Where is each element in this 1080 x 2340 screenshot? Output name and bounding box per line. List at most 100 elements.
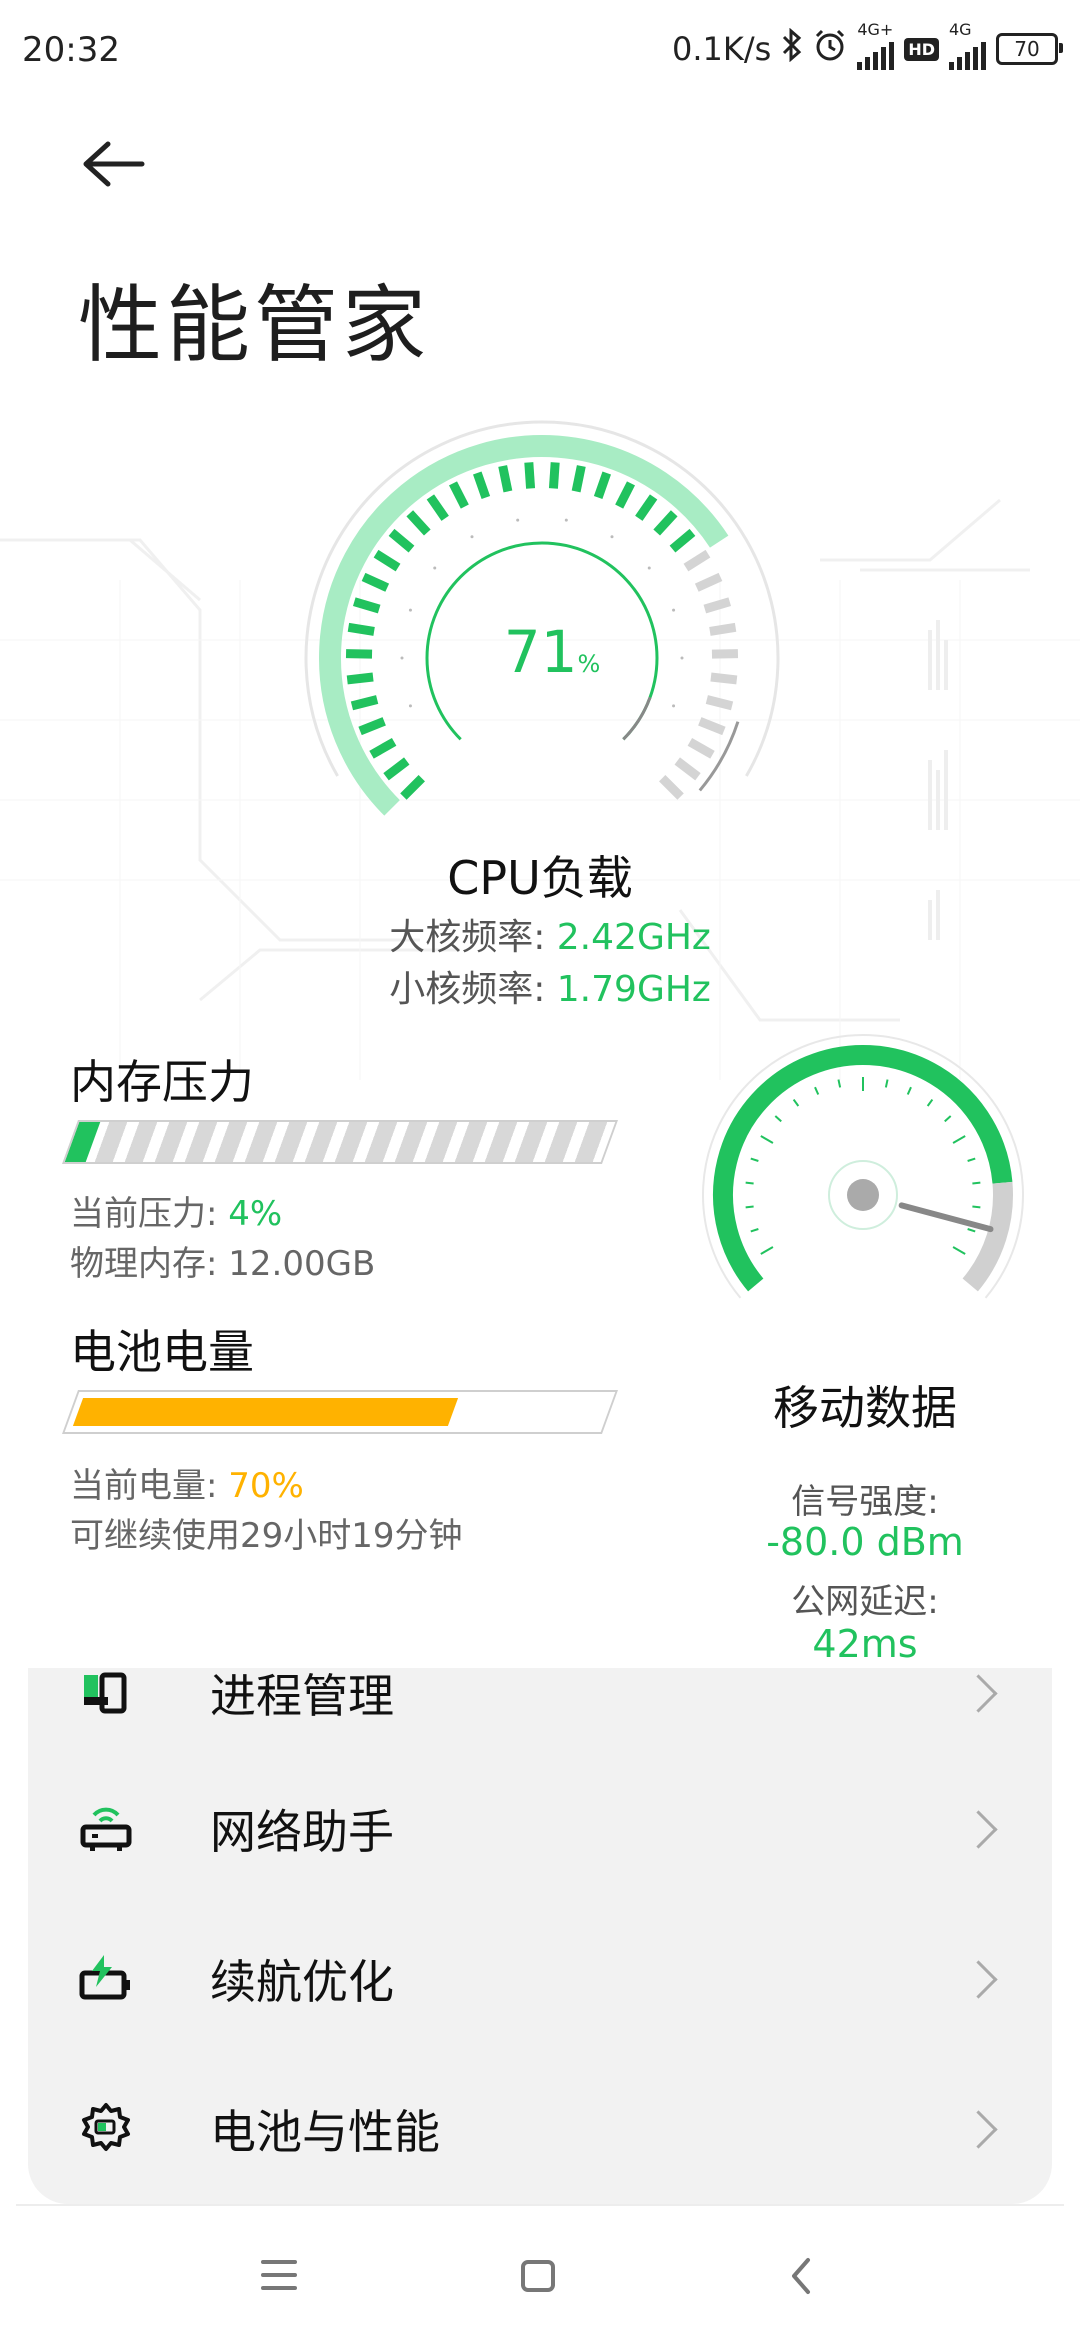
cpu-load-value: 71% — [432, 618, 672, 686]
signal-icon-2: 4G — [949, 22, 986, 70]
back-arrow-icon — [83, 141, 145, 187]
cpu-load-number: 71 — [503, 618, 578, 686]
cpu-gauge-tick — [369, 737, 397, 759]
physical-memory-value: 12.00GB — [228, 1244, 376, 1284]
battery-level-bar — [61, 1390, 619, 1434]
speedometer-tick — [745, 1181, 754, 1185]
cpu-gauge-dot — [516, 518, 520, 522]
menu-item-endurance-optimization[interactable]: 续航优化 — [28, 1904, 1052, 2054]
tools-menu: 进程管理 网络助手 续航优化 电池与性能 — [28, 1668, 1052, 2204]
network-type-1: 4G+ — [857, 20, 894, 39]
mobile-data-title: 移动数据 — [773, 1381, 957, 1435]
chevron-right-icon — [959, 1809, 998, 1849]
cpu-gauge-tick — [352, 597, 381, 614]
menu-item-network-assistant[interactable]: 网络助手 — [28, 1754, 1052, 1904]
menu-item-process-manager[interactable]: 进程管理 — [28, 1668, 1052, 1768]
chevron-right-icon — [959, 1959, 998, 1999]
battery-remaining-time: 可继续使用29小时19分钟 — [70, 1516, 463, 1556]
cpu-gauge-tick — [615, 481, 635, 509]
small-core-label: 小核频率: — [389, 969, 546, 1010]
cpu-gauge-dot — [470, 535, 474, 539]
cpu-gauge-tick — [400, 775, 425, 800]
battery-boost-icon — [79, 1955, 130, 2000]
speedometer-tick — [760, 1246, 774, 1255]
battery-level-title: 电池电量 — [70, 1325, 254, 1379]
memory-pressure-bar — [61, 1120, 619, 1164]
nav-divider — [16, 2204, 1064, 2206]
speedometer-tick — [750, 1157, 759, 1162]
cpu-gauge-tick — [473, 471, 491, 500]
page-title: 性能管家 — [78, 276, 431, 374]
big-core-value: 2.42GHz — [556, 917, 711, 958]
cpu-gauge-tick — [683, 549, 711, 572]
physical-memory-label: 物理内存: — [70, 1244, 218, 1284]
cpu-gauge-dot — [647, 566, 651, 570]
speedometer-grey-arc — [962, 1181, 1013, 1292]
back-button[interactable] — [78, 136, 150, 192]
speedometer-tick — [814, 1086, 820, 1095]
chevron-right-icon — [959, 1673, 998, 1713]
speedometer-tick — [926, 1098, 934, 1107]
battery-level-info: 当前电量: 70% — [70, 1458, 304, 1507]
speedometer-tick — [952, 1135, 966, 1144]
chevron-right-icon — [959, 2109, 998, 2149]
cpu-gauge-dot — [672, 704, 676, 708]
memory-pressure-info: 当前压力: 4% — [70, 1186, 282, 1235]
small-core-frequency: 小核频率: 1.79GHz — [300, 960, 800, 1012]
cpu-gauge-tick — [358, 717, 386, 736]
battery-level-fill — [72, 1398, 459, 1426]
speedometer-tick — [837, 1079, 842, 1088]
cpu-gauge-tick — [687, 737, 715, 759]
cpu-gauge-dot — [610, 535, 614, 539]
latency-value: 42ms — [812, 1622, 918, 1666]
signal-icon-1: 4G+ — [857, 22, 895, 70]
speedometer-needle — [898, 1202, 994, 1233]
status-time: 20:32 — [22, 30, 120, 70]
menu-label-network-assistant: 网络助手 — [210, 1805, 394, 1859]
menu-label-battery-performance: 电池与性能 — [210, 2105, 440, 2159]
cpu-gauge-tick — [669, 528, 696, 553]
cpu-gauge-dot — [680, 656, 684, 660]
bluetooth-icon — [781, 27, 803, 70]
speedometer-tick — [745, 1205, 754, 1209]
memory-pressure-value: 4% — [228, 1194, 283, 1234]
small-core-value: 1.79GHz — [556, 969, 711, 1010]
cpu-gauge-tick — [698, 717, 726, 736]
speedometer-tick — [944, 1115, 952, 1123]
battery-level-label: 当前电量: — [70, 1466, 218, 1506]
physical-memory-info: 物理内存: 12.00GB — [70, 1236, 375, 1285]
cpu-gauge-tick — [593, 471, 611, 500]
speedometer-tick — [774, 1115, 782, 1123]
cpu-gauge-tick — [571, 465, 586, 493]
speedometer-outer-ring — [702, 1034, 1024, 1299]
cpu-gauge-tick — [346, 672, 374, 685]
speedometer-hub — [847, 1179, 879, 1211]
back-nav-icon[interactable] — [792, 2258, 810, 2294]
process-icon — [84, 1672, 127, 1714]
speedometer-tick — [967, 1228, 976, 1233]
speedometer-tick — [967, 1157, 976, 1162]
signal-strength-label: 信号强度: — [791, 1482, 939, 1522]
navigation-bar — [250, 2250, 810, 2300]
alarm-icon — [813, 28, 847, 70]
big-core-label: 大核频率: — [389, 917, 546, 958]
cpu-gauge-tick — [449, 481, 469, 509]
home-nav-icon[interactable] — [521, 2260, 555, 2292]
cpu-gauge-tick — [694, 572, 723, 592]
cpu-gauge-tick — [659, 775, 684, 800]
speedometer-tick — [972, 1205, 981, 1209]
network-speed: 0.1K/s — [672, 30, 772, 68]
cpu-gauge-tick — [361, 572, 390, 592]
cpu-gauge-tick — [674, 757, 701, 781]
cpu-gauge-tick — [406, 510, 431, 536]
menu-nav-icon[interactable] — [250, 2250, 310, 2300]
signal-strength-value: -80.0 dBm — [766, 1520, 964, 1564]
cpu-gauge-dot — [400, 656, 404, 660]
battery-level-value: 70% — [228, 1466, 304, 1506]
menu-label-process-manager: 进程管理 — [210, 1669, 394, 1723]
menu-item-battery-performance[interactable]: 电池与性能 — [28, 2054, 1052, 2204]
cpu-gauge-tick — [498, 465, 513, 493]
cpu-gauge-tick — [426, 494, 449, 521]
cpu-gauge-tick — [548, 462, 560, 489]
battery-icon: 70 — [996, 33, 1063, 65]
